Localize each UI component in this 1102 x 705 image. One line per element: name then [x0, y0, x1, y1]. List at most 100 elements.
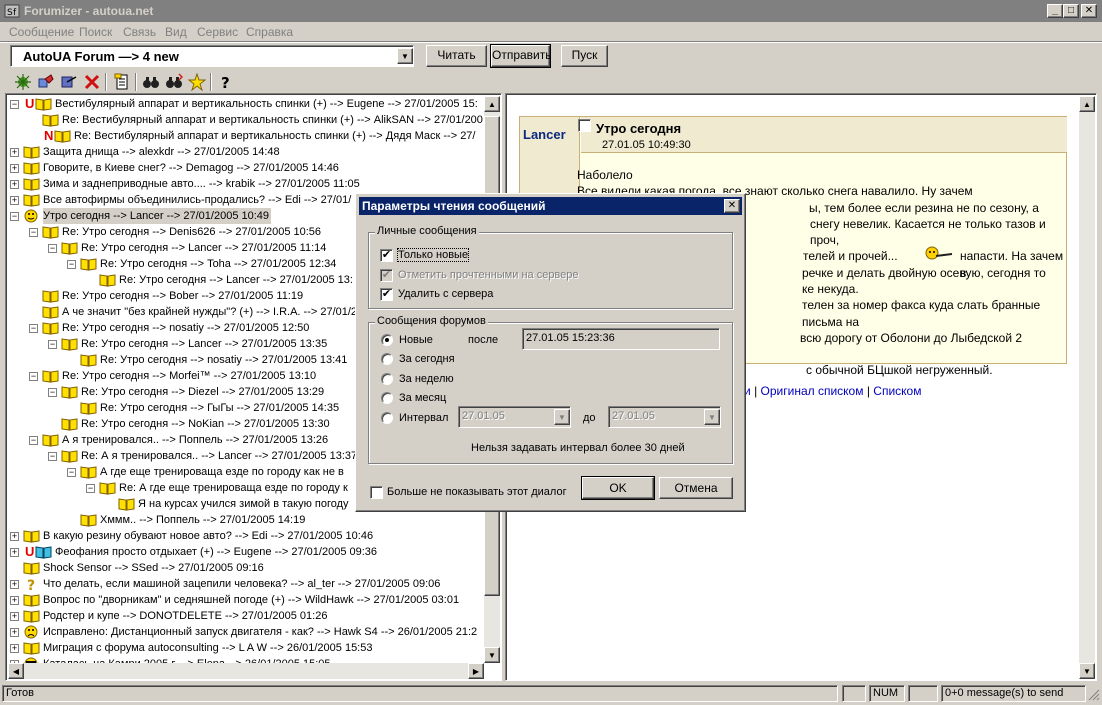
message-select-checkbox[interactable]: [578, 119, 591, 132]
new-message-icon[interactable]: [14, 73, 32, 91]
radio-new-label[interactable]: Новые: [399, 334, 433, 346]
collapse-icon[interactable]: −: [67, 468, 76, 477]
resize-grip-icon[interactable]: [1088, 689, 1100, 701]
radio-month[interactable]: [381, 392, 393, 404]
close-button[interactable]: ✕: [1081, 4, 1097, 18]
tree-row[interactable]: + В какую резину обувают новое авто? --> …: [6, 528, 482, 544]
cancel-button[interactable]: Отмена: [659, 477, 733, 499]
expand-icon[interactable]: +: [10, 180, 19, 189]
delete-server-label[interactable]: Удалить с сервера: [398, 288, 493, 300]
ok-button[interactable]: OK: [581, 476, 655, 500]
menu-connection[interactable]: Связь: [123, 25, 156, 39]
tree-row-label: Зима и заднеприводные авто.... --> krabi…: [43, 178, 360, 190]
radio-today-label[interactable]: За сегодня: [399, 353, 455, 365]
tree-row[interactable]: +? Что делать, если машиной зацепили чело…: [6, 576, 482, 594]
tree-row[interactable]: + U Феофания просто отдыхает (+) --> Eugen…: [6, 544, 482, 560]
radio-week[interactable]: [381, 373, 393, 385]
reply-icon[interactable]: [37, 73, 55, 91]
tree-row[interactable]: + Миграция с форума autoconsulting --> L …: [6, 640, 482, 656]
collapse-icon[interactable]: −: [48, 388, 57, 397]
collapse-icon[interactable]: −: [48, 452, 57, 461]
start-button[interactable]: Пуск: [561, 45, 608, 67]
expand-icon[interactable]: +: [10, 596, 19, 605]
body-line: Наболело: [577, 168, 633, 182]
tree-horizontal-scrollbar[interactable]: ◀ ▶: [8, 663, 484, 679]
expand-icon[interactable]: +: [10, 580, 19, 589]
collapse-icon[interactable]: −: [29, 436, 38, 445]
scroll-right-icon[interactable]: ▶: [468, 663, 484, 679]
minimize-button[interactable]: _: [1047, 4, 1063, 18]
forward-icon[interactable]: [60, 73, 78, 91]
menu-help[interactable]: Справка: [246, 25, 293, 39]
menu-message[interactable]: Сообщение: [9, 25, 74, 39]
expand-icon[interactable]: +: [10, 612, 19, 621]
expand-icon[interactable]: +: [10, 196, 19, 205]
help-icon[interactable]: ?: [217, 73, 235, 91]
maximize-button[interactable]: □: [1063, 4, 1079, 18]
collapse-icon[interactable]: −: [48, 340, 57, 349]
svg-text:?: ?: [27, 578, 35, 591]
dont-show-checkbox[interactable]: [370, 486, 383, 499]
unread-marker: U: [25, 544, 35, 559]
menu-search[interactable]: Поиск: [79, 25, 112, 39]
collapse-icon[interactable]: −: [86, 484, 95, 493]
scroll-left-icon[interactable]: ◀: [8, 663, 24, 679]
radio-week-label[interactable]: За неделю: [399, 373, 454, 385]
tree-row[interactable]: Re: Вестибулярный аппарат и вертикальнос…: [6, 112, 483, 128]
document-icon[interactable]: [113, 73, 131, 91]
radio-month-label[interactable]: За месяц: [399, 392, 446, 404]
viewer-vertical-scrollbar[interactable]: ▲ ▼: [1079, 96, 1095, 679]
tree-row[interactable]: N Re: Вестибулярный аппарат и вертикально…: [6, 128, 482, 144]
collapse-icon[interactable]: −: [67, 260, 76, 269]
collapse-icon[interactable]: −: [10, 212, 19, 221]
collapse-icon[interactable]: −: [29, 372, 38, 381]
expand-icon[interactable]: +: [10, 532, 19, 541]
tree-row[interactable]: + Родстер и купе --> DONOTDELETE --> 27/0…: [6, 608, 482, 624]
radio-interval[interactable]: [381, 412, 393, 424]
scroll-down-icon[interactable]: ▼: [484, 647, 500, 663]
collapse-icon[interactable]: −: [29, 228, 38, 237]
expand-icon[interactable]: +: [10, 548, 19, 557]
binoculars-icon[interactable]: [142, 73, 160, 91]
tree-row[interactable]: + Защита днища --> alexkdr --> 27/01/2005…: [6, 144, 482, 160]
tree-row[interactable]: Shock Sensor --> SSed --> 27/01/2005 09:…: [6, 560, 482, 576]
find-next-icon[interactable]: [165, 73, 183, 91]
chevron-down-icon[interactable]: ▼: [397, 48, 413, 64]
send-button[interactable]: Отправить: [490, 44, 552, 68]
delete-icon[interactable]: [83, 73, 101, 91]
scroll-up-icon[interactable]: ▲: [484, 96, 500, 112]
original-list-link[interactable]: Оригинал списком: [761, 384, 864, 398]
tree-row[interactable]: + Зима и заднеприводные авто.... --> krab…: [6, 176, 482, 192]
delete-server-checkbox[interactable]: ✔: [380, 288, 393, 301]
read-button[interactable]: Читать: [426, 45, 487, 67]
list-link[interactable]: Списком: [873, 384, 921, 398]
expand-icon[interactable]: +: [10, 148, 19, 157]
scroll-down-icon[interactable]: ▼: [1079, 663, 1095, 679]
menu-service[interactable]: Сервис: [197, 25, 238, 39]
forum-select[interactable]: AutoUA Forum —> 4 new ▼: [10, 45, 414, 67]
radio-interval-label[interactable]: Интервал: [399, 412, 448, 424]
radio-today[interactable]: [381, 353, 393, 365]
after-datetime-field[interactable]: 27.01.05 15:23:36: [522, 328, 720, 350]
tree-row[interactable]: − U Вестибулярный аппарат и вертикальность…: [6, 96, 482, 112]
only-new-checkbox[interactable]: ✔: [380, 249, 393, 262]
expand-icon[interactable]: +: [10, 628, 19, 637]
dont-show-label[interactable]: Больше не показывать этот диалог: [387, 486, 567, 498]
tree-row[interactable]: + Говорите, в Киеве снег? --> Demagog -->…: [6, 160, 482, 176]
tree-row[interactable]: Хммм.. --> Поппель --> 27/01/2005 14:19: [6, 512, 482, 528]
only-new-label[interactable]: Только новые: [396, 248, 470, 262]
menu-view[interactable]: Вид: [165, 25, 187, 39]
tree-row-label: Re: Вестибулярный аппарат и вертикальнос…: [62, 114, 483, 126]
star-icon[interactable]: [188, 73, 206, 91]
message-author[interactable]: Lancer: [523, 127, 566, 142]
radio-new[interactable]: [381, 334, 393, 346]
collapse-icon[interactable]: −: [48, 244, 57, 253]
expand-icon[interactable]: +: [10, 164, 19, 173]
tree-row[interactable]: + Исправлено: Дистанционный запуск двигат…: [6, 624, 482, 640]
collapse-icon[interactable]: −: [29, 324, 38, 333]
expand-icon[interactable]: +: [10, 644, 19, 653]
dialog-close-icon[interactable]: ✕: [724, 199, 740, 213]
scroll-up-icon[interactable]: ▲: [1079, 96, 1095, 112]
collapse-icon[interactable]: −: [10, 100, 19, 109]
tree-row[interactable]: + Вопрос по "дворникам" и седняшней погод…: [6, 592, 482, 608]
